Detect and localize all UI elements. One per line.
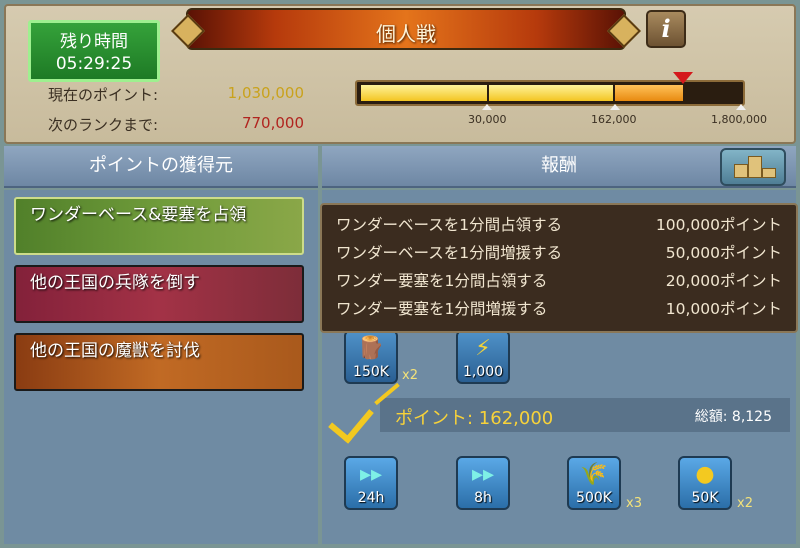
reward-multiplier: x2 [737, 496, 753, 511]
next-rank-value: 770,000 [241, 114, 304, 132]
event-window: 個人戦 i 残り時間 05:29:25 現在のポイント: 1,030,000 次… [0, 0, 800, 548]
tick-label: 30,000 [468, 113, 507, 126]
source-item-wonder[interactable]: ワンダーベース&要塞を占領 [14, 197, 304, 255]
reward-gold[interactable]: ● 50K [678, 456, 732, 510]
tooltip-points: 10,000ポイント [665, 300, 782, 318]
tooltip-points: 20,000ポイント [665, 272, 782, 290]
gold-icon: ● [695, 462, 715, 487]
tier-points: ポイント: 162,000 [395, 408, 554, 429]
tier-total: 総額: 8,125 [694, 409, 772, 425]
energy-icon: ⚡ [475, 336, 491, 361]
tooltip-action: ワンダーベースを1分間増援する [336, 244, 563, 262]
reward-multiplier: x2 [402, 368, 418, 383]
current-points-value: 1,030,000 [227, 84, 304, 102]
reward-qty: 150K [353, 364, 389, 380]
speedup-icon: ▸▸ [471, 462, 495, 487]
speedup-icon: ▸▸ [359, 462, 383, 487]
tooltip-points: 50,000ポイント [665, 244, 782, 262]
tooltip-action: ワンダー要塞を1分間増援する [336, 300, 548, 318]
tooltip-row: ワンダー要塞を1分間占領する 20,000ポイント [336, 269, 782, 297]
progress-segment [489, 85, 613, 101]
tooltip-row: ワンダーベースを1分間増援する 50,000ポイント [336, 241, 782, 269]
reward-qty: 24h [357, 490, 385, 506]
reward-wood[interactable]: 🪵 150K [344, 330, 398, 384]
info-button[interactable]: i [646, 10, 686, 48]
grain-icon: 🌾 [580, 462, 608, 487]
source-item-monsters[interactable]: 他の王国の魔獣を討伐 [14, 333, 304, 391]
next-rank-label: 次のランクまで: [48, 116, 159, 134]
tick-marker-icon [482, 104, 492, 110]
ranking-podium-button[interactable] [720, 148, 786, 186]
title-banner: 個人戦 [186, 8, 626, 50]
reward-speedup-8h[interactable]: ▸▸ 8h [456, 456, 510, 510]
progress-segment [361, 85, 487, 101]
podium-icon [762, 168, 776, 178]
reward-qty: 500K [576, 490, 612, 506]
reward-speedup-24h[interactable]: ▸▸ 24h [344, 456, 398, 510]
tick-marker-icon [610, 104, 620, 110]
current-position-marker-icon [673, 72, 693, 84]
reward-energy[interactable]: ⚡ 1,000 [456, 330, 510, 384]
point-sources-header: ポイントの獲得元 [4, 146, 318, 188]
source-item-troops[interactable]: 他の王国の兵隊を倒す [14, 265, 304, 323]
tick-marker-icon [736, 104, 746, 110]
tooltip-row: ワンダーベースを1分間占領する 100,000ポイント [336, 213, 782, 241]
timer-label: 残り時間 [60, 32, 128, 52]
tick-label: 1,800,000 [711, 113, 767, 126]
reward-qty: 50K [691, 490, 719, 506]
tooltip-row: ワンダー要塞を1分間増援する 10,000ポイント [336, 297, 782, 325]
points-tooltip: ワンダーベースを1分間占領する 100,000ポイント ワンダーベースを1分間増… [320, 203, 798, 333]
reward-qty: 1,000 [462, 364, 504, 380]
podium-icon [734, 164, 748, 178]
countdown-timer: 残り時間 05:29:25 [28, 20, 160, 82]
wood-icon: 🪵 [357, 336, 385, 361]
reward-multiplier: x3 [626, 496, 642, 511]
page-title: 個人戦 [376, 22, 436, 46]
progress-segment-current [615, 85, 683, 101]
podium-icon [748, 156, 762, 178]
tooltip-action: ワンダー要塞を1分間占領する [336, 272, 548, 290]
tooltip-points: 100,000ポイント [655, 216, 782, 234]
timer-value: 05:29:25 [55, 54, 133, 74]
tooltip-action: ワンダーベースを1分間占領する [336, 216, 563, 234]
tick-label: 162,000 [591, 113, 637, 126]
reward-qty: 8h [474, 490, 492, 506]
reward-grain[interactable]: 🌾 500K [567, 456, 621, 510]
current-points-label: 現在のポイント: [48, 86, 159, 104]
